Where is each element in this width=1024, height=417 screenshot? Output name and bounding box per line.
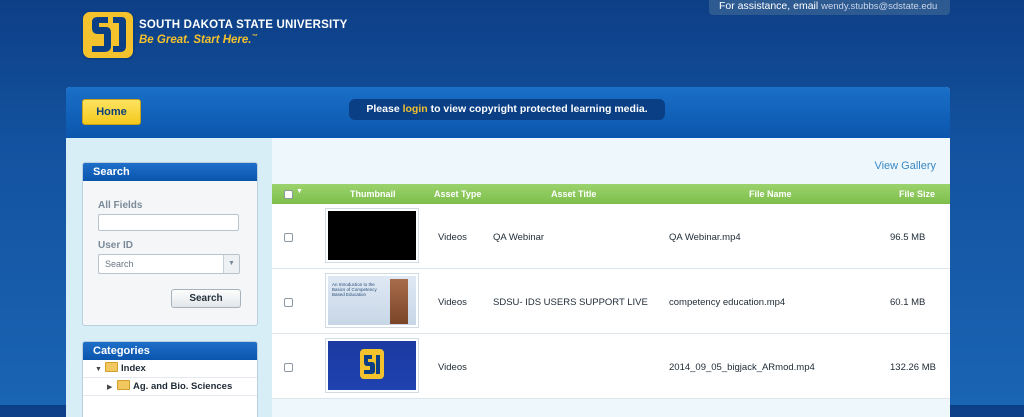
col-file-name[interactable]: File Name <box>749 189 792 199</box>
table-row[interactable]: An Introduction to the Basics of Compete… <box>272 269 950 334</box>
collapsed-triangle-icon[interactable]: ▶ <box>107 379 115 396</box>
category-label: Index <box>121 363 146 374</box>
sidebar: Search All Fields User ID Search ▼ Searc… <box>66 138 272 417</box>
file-name: 2014_09_05_bigjack_ARmod.mp4 <box>669 362 815 373</box>
asset-list-area: View Gallery ▼ Thumbnail Asset Type Asse… <box>272 138 950 417</box>
university-tagline: Be Great. Start Here.™ <box>139 34 258 46</box>
thumbnail-image[interactable] <box>325 208 419 263</box>
file-name: competency education.mp4 <box>669 297 786 308</box>
user-id-label: User ID <box>98 240 134 251</box>
notice-text-before: Please <box>366 103 403 115</box>
category-item-index[interactable]: ▼ Index <box>83 360 257 378</box>
dropdown-arrow-icon: ▼ <box>223 255 239 273</box>
table-header: ▼ Thumbnail Asset Type Asset Title File … <box>272 184 950 204</box>
all-fields-input[interactable] <box>98 214 239 231</box>
notice-text-after: to view copyright protected learning med… <box>427 103 648 115</box>
thumbnail-image[interactable] <box>325 338 419 393</box>
category-item-ag-bio-sciences[interactable]: ▶ Ag. and Bio. Sciences <box>83 378 257 396</box>
user-id-select[interactable]: Search ▼ <box>98 254 240 274</box>
main-panel: Home Please login to view copyright prot… <box>66 87 950 417</box>
file-size: 96.5 MB <box>890 232 926 243</box>
asset-type: Videos <box>438 297 467 308</box>
video-thumbnail-lecture: An Introduction to the Basics of Compete… <box>328 276 416 325</box>
asset-type: Videos <box>438 232 467 243</box>
col-asset-type[interactable]: Asset Type <box>434 189 481 199</box>
table-row[interactable]: Videos 2014_09_05_bigjack_ARmod.mp4 132.… <box>272 334 950 399</box>
file-size: 132.26 MB <box>890 362 936 373</box>
folder-open-icon <box>105 362 118 373</box>
asset-rows: Videos QA Webinar QA Webinar.mp4 96.5 MB… <box>272 204 950 399</box>
col-asset-title[interactable]: Asset Title <box>551 189 596 199</box>
asset-title[interactable]: SDSU- IDS USERS SUPPORT LIVE <box>493 297 648 308</box>
file-name: QA Webinar.mp4 <box>669 232 741 243</box>
assistance-text: For assistance, email <box>719 0 819 12</box>
login-link[interactable]: login <box>403 103 428 115</box>
search-button[interactable]: Search <box>171 289 241 308</box>
categories-panel-title: Categories <box>83 342 257 360</box>
thumbnail-slide-text: An Introduction to the Basics of Compete… <box>332 282 377 297</box>
video-thumbnail-black <box>328 211 416 260</box>
folder-icon <box>117 380 130 391</box>
file-size: 60.1 MB <box>890 297 926 308</box>
search-panel: Search All Fields User ID Search ▼ Searc… <box>82 162 258 326</box>
trademark: ™ <box>251 34 258 41</box>
col-file-size[interactable]: File Size <box>899 189 935 199</box>
asset-type: Videos <box>438 362 467 373</box>
categories-panel: Categories ▼ Index ▶ Ag. and Bio. Sciences <box>82 341 258 417</box>
thumbnail-image[interactable]: An Introduction to the Basics of Compete… <box>325 273 419 328</box>
all-fields-label: All Fields <box>98 200 143 211</box>
assistance-bar: For assistance, email wendy.stubbs@sdsta… <box>709 0 950 15</box>
row-checkbox[interactable] <box>284 233 293 242</box>
view-gallery-link[interactable]: View Gallery <box>874 160 936 172</box>
university-name: SOUTH DAKOTA STATE UNIVERSITY <box>139 19 348 31</box>
asset-title[interactable]: QA Webinar <box>493 232 544 243</box>
row-checkbox[interactable] <box>284 363 293 372</box>
assistance-email-link[interactable]: wendy.stubbs@sdstate.edu <box>821 1 937 12</box>
select-all-checkbox[interactable] <box>284 190 293 199</box>
user-id-select-value: Search <box>105 259 134 269</box>
sdsu-logo-icon <box>81 10 135 60</box>
expanded-triangle-icon[interactable]: ▼ <box>95 361 103 378</box>
row-checkbox[interactable] <box>284 298 293 307</box>
tagline-text: Be Great. Start Here. <box>139 34 252 46</box>
select-options-chevron-icon[interactable]: ▼ <box>296 188 303 195</box>
top-bar: Home Please login to view copyright prot… <box>66 87 950 138</box>
login-notice: Please login to view copyright protected… <box>349 99 665 120</box>
search-panel-title: Search <box>83 163 257 181</box>
home-button[interactable]: Home <box>82 99 141 125</box>
video-thumbnail-desktop <box>328 341 416 390</box>
category-label: Ag. and Bio. Sciences <box>133 381 233 392</box>
col-thumbnail: Thumbnail <box>350 189 396 199</box>
sdsu-logo-icon <box>360 349 384 379</box>
sdsu-logo[interactable] <box>80 8 136 62</box>
campanile-image <box>390 279 408 324</box>
table-row[interactable]: Videos QA Webinar QA Webinar.mp4 96.5 MB <box>272 204 950 269</box>
